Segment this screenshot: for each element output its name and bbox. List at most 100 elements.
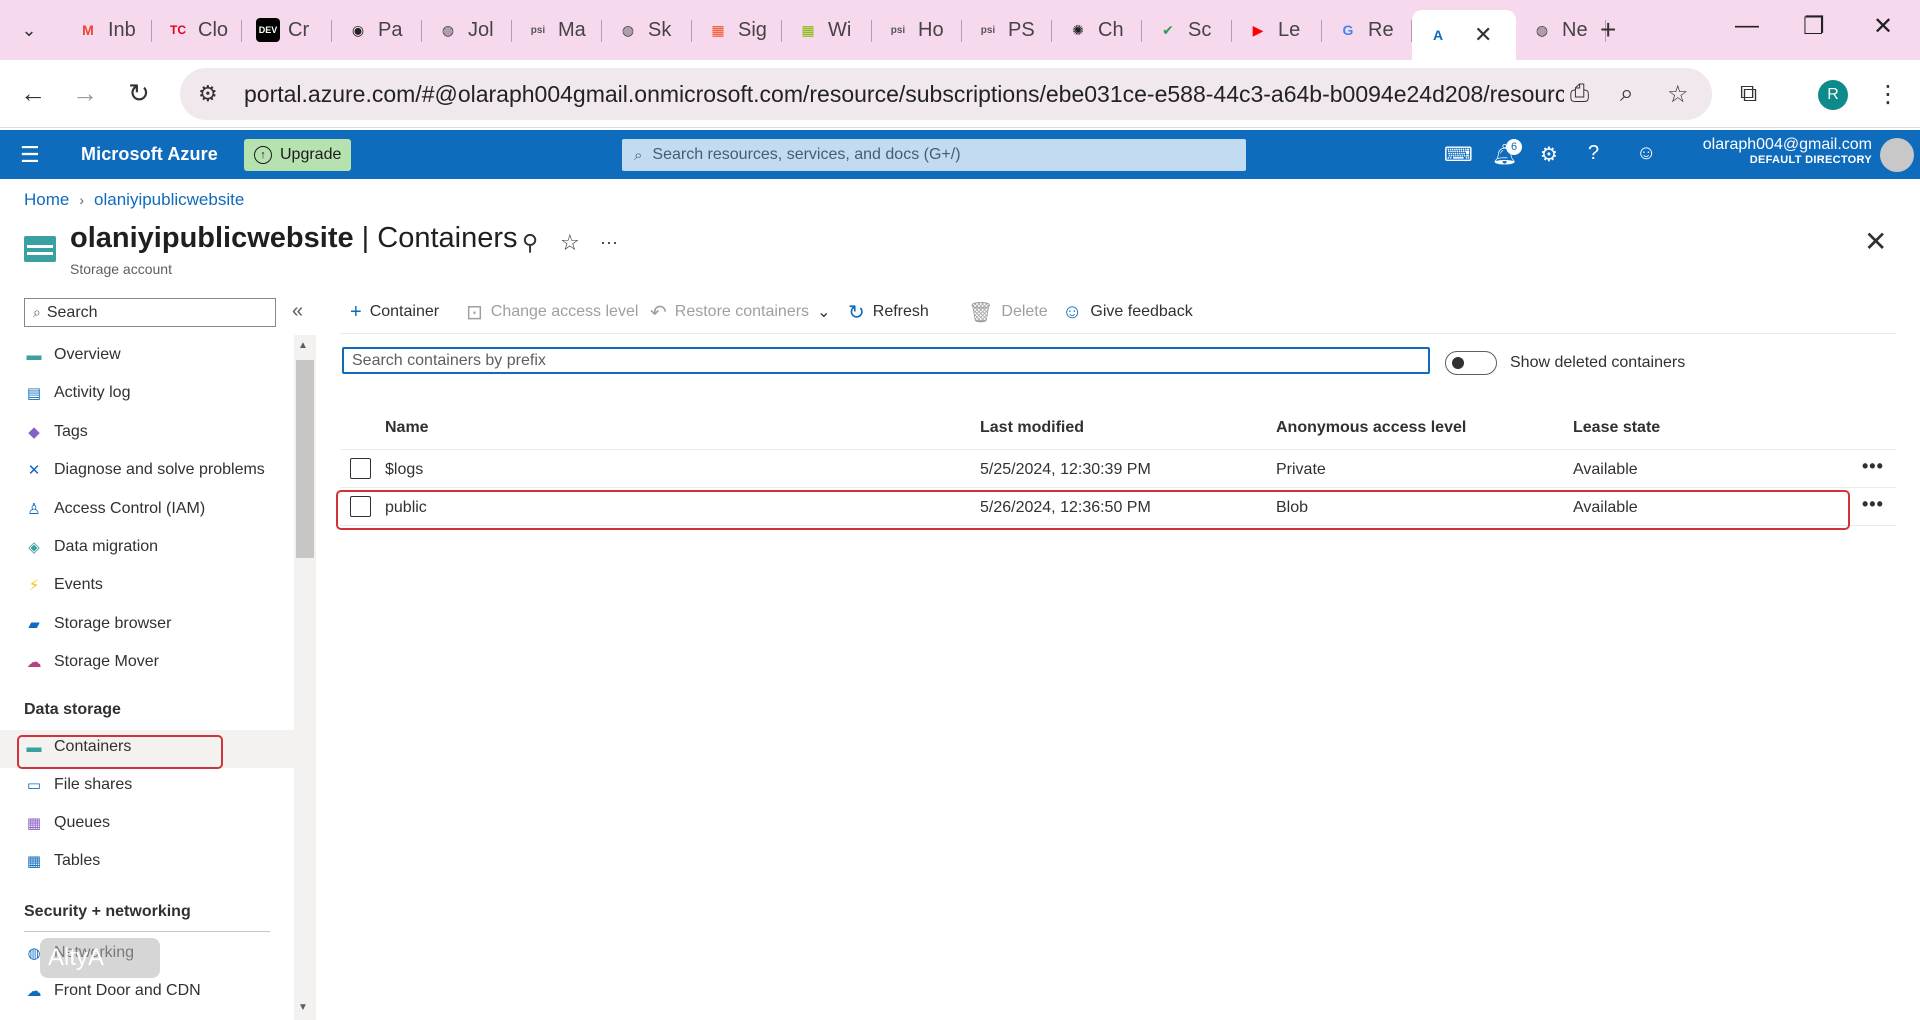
show-deleted-toggle[interactable]	[1445, 351, 1497, 375]
column-header-last-modified[interactable]: Last modified	[980, 419, 1084, 437]
minimize-icon[interactable]: —	[1735, 12, 1759, 40]
title-separator: |	[353, 222, 378, 254]
sidebar-item-data-migration[interactable]: ◈ Data migration	[24, 532, 158, 562]
breadcrumb-resource[interactable]: olaniyipublicwebsite	[94, 190, 244, 210]
browser-tab[interactable]: A ✕	[1412, 10, 1516, 60]
breadcrumb-home[interactable]: Home	[24, 190, 69, 210]
blade-name: Containers	[377, 222, 518, 254]
zoom-icon[interactable]: ⌕	[1620, 80, 1633, 108]
browser-tab[interactable]: DEV Cr	[242, 10, 332, 50]
column-header-lease-state[interactable]: Lease state	[1573, 419, 1660, 437]
sidebar-item-storage-browser[interactable]: ▰ Storage browser	[24, 609, 171, 639]
browser-tab[interactable]: ▦ Wi	[782, 10, 872, 50]
container-prefix-search-input[interactable]: Search containers by prefix	[342, 347, 1430, 374]
browser-tab[interactable]: psi Ma	[512, 10, 602, 50]
site-info-icon[interactable]: ⚙	[198, 81, 228, 107]
browser-tab[interactable]: ◍ Ne	[1516, 10, 1606, 50]
row-checkbox[interactable]	[350, 458, 371, 479]
tab-search-chevron-icon[interactable]: ⌄	[10, 12, 48, 48]
column-header-name[interactable]: Name	[385, 419, 429, 437]
sidebar-item-storage-mover[interactable]: ☁ Storage Mover	[24, 647, 159, 677]
pin-icon[interactable]: ⚲	[522, 230, 538, 256]
browser-tab[interactable]: ▦ Sig	[692, 10, 782, 50]
sidebar-item-diagnose-and-solve-problems[interactable]: ✕ Diagnose and solve problems	[24, 455, 265, 485]
tab-title: PS	[1008, 18, 1035, 41]
scroll-up-icon[interactable]: ▲	[298, 340, 308, 351]
account-menu[interactable]: olaraph004@gmail.com DEFAULT DIRECTORY	[1660, 136, 1872, 166]
close-tab-icon[interactable]: ✕	[1474, 22, 1492, 48]
reload-icon[interactable]: ↻	[128, 78, 150, 109]
sidebar-item-label: Data migration	[54, 538, 159, 555]
youtube-icon: ▶	[1252, 21, 1264, 38]
user-avatar[interactable]	[1880, 138, 1914, 172]
browser-tab[interactable]: ◍ Sk	[602, 10, 692, 50]
overview-icon: ▬	[26, 346, 42, 364]
address-bar[interactable]: ⚙ portal.azure.com/#@olaraph004gmail.onm…	[180, 68, 1712, 120]
profile-avatar[interactable]: R	[1818, 80, 1848, 110]
help-icon[interactable]: ?	[1588, 142, 1599, 165]
browser-tab[interactable]: ◉ Pa	[332, 10, 422, 50]
settings-gear-icon[interactable]: ⚙	[1540, 142, 1558, 167]
browser-tab[interactable]: ▶ Le	[1232, 10, 1322, 50]
azure-brand[interactable]: Microsoft Azure	[81, 144, 218, 165]
sidebar-item-label: Tables	[54, 852, 101, 869]
forward-arrow-icon[interactable]: →	[72, 78, 98, 109]
give-feedback-button[interactable]: ☺ Give feedback	[1062, 298, 1193, 326]
sidebar-item-overview[interactable]: ▬ Overview	[24, 340, 121, 370]
people-icon: ♙	[27, 500, 41, 518]
portal-menu-icon[interactable]: ☰	[20, 142, 40, 168]
sidebar-item-queues[interactable]: ▦ Queues	[24, 808, 110, 838]
sidebar-item-label: Front Door and CDN	[54, 982, 201, 999]
browser-tab[interactable]: ✺ Ch	[1052, 10, 1142, 50]
row-more-icon[interactable]: •••	[1862, 494, 1884, 515]
row-divider	[340, 487, 1896, 488]
favorite-star-icon[interactable]: ☆	[560, 230, 580, 256]
sidebar-item-tables[interactable]: ▦ Tables	[24, 846, 100, 876]
cloud-shell-icon[interactable]: ⌨	[1444, 142, 1473, 167]
restore-window-icon[interactable]: ❐	[1803, 12, 1825, 41]
feedback-icon[interactable]: ☺	[1636, 142, 1656, 165]
browser-tab[interactable]: psi PS	[962, 10, 1052, 50]
install-app-icon[interactable]: ⎙	[1570, 80, 1589, 108]
delete-button[interactable]: 🗑︎ Delete	[968, 298, 1048, 326]
extensions-icon[interactable]: ⧉	[1740, 80, 1757, 108]
browser-tab[interactable]: G Re	[1322, 10, 1412, 50]
menu-scroll-thumb[interactable]	[296, 360, 314, 558]
sidebar-item-events[interactable]: ⚡ Events	[24, 570, 103, 600]
sidebar-item-label: File shares	[54, 776, 133, 793]
url-text[interactable]: portal.azure.com/#@olaraph004gmail.onmic…	[244, 81, 1564, 108]
browser-tab[interactable]: M Inb	[62, 10, 152, 50]
container-name-cell[interactable]: $logs	[385, 461, 423, 479]
psi-icon: psi	[530, 24, 546, 36]
row-more-icon[interactable]: •••	[1862, 456, 1884, 477]
sidebar-item-front-door-and-cdn[interactable]: ☁ Front Door and CDN	[24, 976, 201, 1006]
browser-tab[interactable]: psi Ho	[872, 10, 962, 50]
collapse-menu-icon[interactable]: «	[292, 300, 303, 323]
back-arrow-icon[interactable]: ←	[20, 78, 46, 109]
change-access-level-button[interactable]: ⊡ Change access level	[466, 298, 638, 326]
more-options-icon[interactable]: ···	[600, 232, 618, 253]
upgrade-button[interactable]: ↑ Upgrade	[244, 139, 352, 171]
menu-search-input[interactable]: ⌕ Search	[24, 298, 276, 327]
global-search-input[interactable]: ⌕ Search resources, services, and docs (G…	[622, 139, 1246, 171]
tab-title: Clo	[198, 18, 229, 41]
sidebar-item-tags[interactable]: ◆ Tags	[24, 417, 88, 447]
plus-icon: +	[350, 300, 362, 323]
new-tab-button[interactable]: +	[1600, 14, 1616, 46]
bookmark-star-icon[interactable]: ☆	[1667, 80, 1689, 109]
sidebar-item-file-shares[interactable]: ▭ File shares	[24, 770, 132, 800]
scroll-down-icon[interactable]: ▼	[298, 1002, 308, 1013]
close-window-icon[interactable]: ✕	[1873, 12, 1893, 41]
browser-tab[interactable]: ✔ Sc	[1142, 10, 1232, 50]
column-header-access-level[interactable]: Anonymous access level	[1276, 419, 1466, 437]
browser-tab[interactable]: ◍ Jol	[422, 10, 512, 50]
restore-containers-button[interactable]: ↶ Restore containers ⌄	[650, 298, 830, 326]
close-blade-icon[interactable]: ✕	[1864, 225, 1887, 258]
add-container-button[interactable]: + Container	[350, 298, 439, 326]
refresh-button[interactable]: ↻ Refresh	[848, 298, 929, 326]
sidebar-item-access-control-iam[interactable]: ♙ Access Control (IAM)	[24, 494, 205, 524]
section-divider	[24, 931, 270, 932]
browser-menu-icon[interactable]: ⋮	[1876, 80, 1900, 109]
sidebar-item-activity-log[interactable]: ▤ Activity log	[24, 378, 131, 408]
browser-tab[interactable]: TC Clo	[152, 10, 242, 50]
